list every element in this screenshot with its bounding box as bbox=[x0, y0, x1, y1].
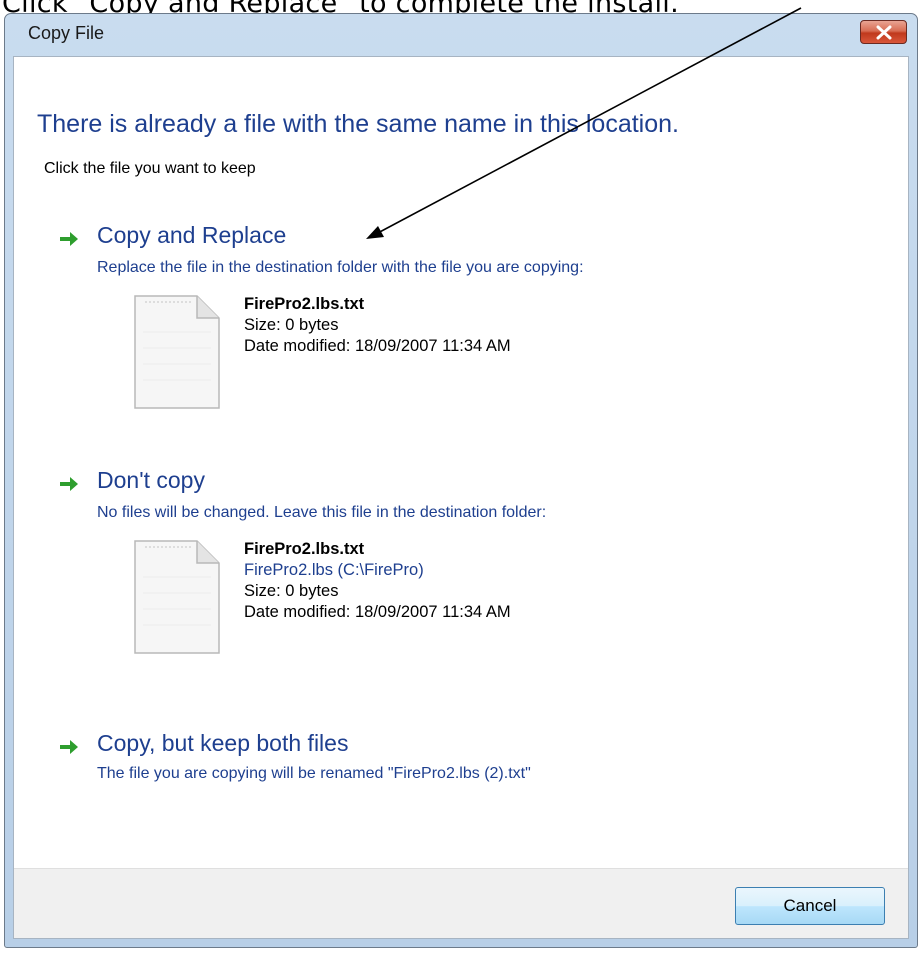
copy-file-dialog: Copy File There is already a file with t… bbox=[4, 13, 918, 948]
file-location: FirePro2.lbs (C:\FirePro) bbox=[244, 561, 424, 579]
option-keep-both-files-title: Copy, but keep both files bbox=[97, 730, 349, 756]
file-size: Size: 0 bytes bbox=[244, 316, 339, 334]
green-arrow-icon bbox=[60, 740, 78, 754]
option-keep-both-files-header: Copy, but keep both files bbox=[59, 730, 859, 762]
dialog-footer: Cancel bbox=[14, 868, 908, 938]
close-button[interactable] bbox=[860, 20, 907, 44]
green-arrow-icon bbox=[60, 477, 78, 491]
option-keep-both-files[interactable]: Copy, but keep both files The file you a… bbox=[59, 730, 859, 800]
option-copy-and-replace-description: Replace the file in the destination fold… bbox=[97, 259, 584, 276]
title-bar: Copy File bbox=[5, 14, 917, 56]
option-dont-copy-title: Don't copy bbox=[97, 467, 205, 493]
window-title: Copy File bbox=[28, 23, 105, 43]
file-details: FirePro2.lbs.txt FirePro2.lbs (C:\FirePr… bbox=[244, 539, 511, 623]
file-details: FirePro2.lbs.txt Size: 0 bytes Date modi… bbox=[244, 294, 511, 357]
option-dont-copy[interactable]: Don't copy No files will be changed. Lea… bbox=[59, 467, 859, 677]
dialog-content: There is already a file with the same na… bbox=[13, 56, 909, 939]
option-keep-both-files-description: The file you are copying will be renamed… bbox=[97, 765, 531, 782]
file-date-modified: Date modified: 18/09/2007 11:34 AM bbox=[244, 603, 511, 621]
file-date-modified: Date modified: 18/09/2007 11:34 AM bbox=[244, 337, 511, 355]
dialog-heading: There is already a file with the same na… bbox=[37, 110, 679, 138]
dialog-subtitle: Click the file you want to keep bbox=[44, 160, 256, 177]
option-copy-and-replace[interactable]: Copy and Replace Replace the file in the… bbox=[59, 222, 859, 422]
option-copy-and-replace-title: Copy and Replace bbox=[97, 222, 287, 248]
green-arrow-icon bbox=[60, 232, 78, 246]
option-dont-copy-header: Don't copy bbox=[59, 467, 859, 499]
cancel-button[interactable]: Cancel bbox=[735, 887, 885, 925]
file-name: FirePro2.lbs.txt bbox=[244, 540, 365, 558]
text-file-icon bbox=[134, 540, 220, 654]
file-size: Size: 0 bytes bbox=[244, 582, 339, 600]
option-dont-copy-description: No files will be changed. Leave this fil… bbox=[97, 504, 547, 521]
text-file-icon bbox=[134, 295, 220, 409]
option-copy-and-replace-header: Copy and Replace bbox=[59, 222, 859, 254]
close-icon bbox=[876, 25, 892, 40]
file-name: FirePro2.lbs.txt bbox=[244, 295, 365, 313]
